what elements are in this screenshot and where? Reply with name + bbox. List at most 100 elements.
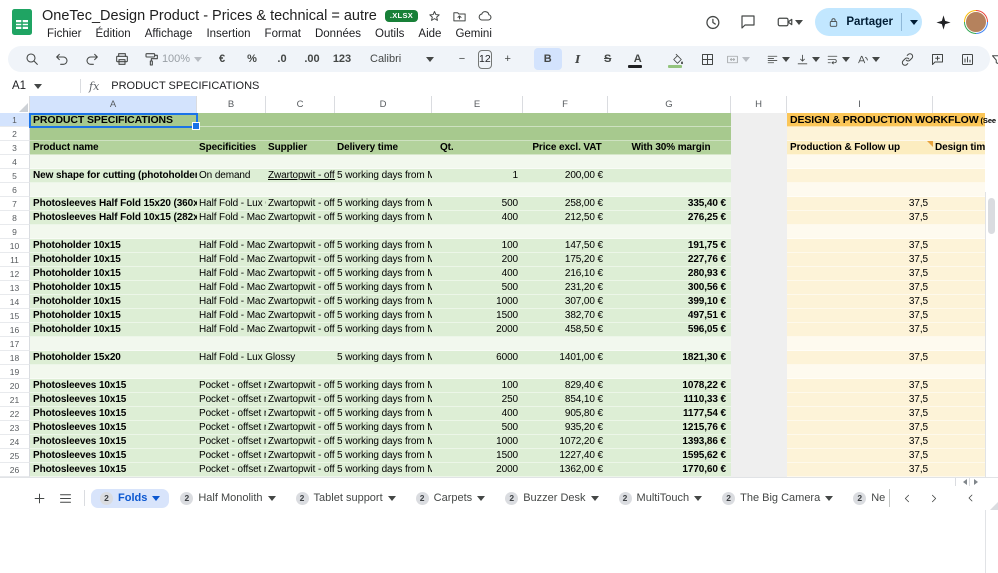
cell-D16[interactable]: 5 working days from Monday — [335, 323, 432, 337]
cell-H18[interactable] — [731, 351, 787, 365]
row-header-11[interactable]: 11 — [0, 253, 30, 267]
text-rotation-select[interactable] — [854, 48, 882, 70]
column-header-C[interactable]: C — [266, 96, 335, 113]
cell-H2[interactable] — [731, 127, 787, 141]
menu-insertion[interactable]: Insertion — [199, 27, 257, 41]
cell-I18[interactable]: 37,5 — [787, 351, 933, 365]
increase-font-size-button[interactable]: + — [494, 48, 522, 70]
cell-G14[interactable]: 399,10 € — [608, 295, 731, 309]
cell-H20[interactable] — [731, 379, 787, 393]
column-header-partial[interactable] — [933, 96, 985, 113]
font-select[interactable]: Calibri — [368, 48, 436, 70]
gemini-sparkle-icon[interactable] — [928, 7, 958, 37]
column-header-D[interactable]: D — [335, 96, 432, 113]
more-formats-button[interactable]: 123 — [328, 48, 356, 70]
tab-menu-icon[interactable] — [590, 495, 599, 505]
cell-G15[interactable]: 497,51 € — [608, 309, 731, 323]
cell-B12[interactable]: Half Fold - Maco — [197, 267, 266, 281]
cell-H14[interactable] — [731, 295, 787, 309]
menu-gemini[interactable]: Gemini — [448, 27, 498, 41]
row-header-3[interactable]: 3 — [0, 141, 30, 155]
cell-D13[interactable]: 5 working days from Monday — [335, 281, 432, 295]
cell-B8[interactable]: Half Fold - Maco — [197, 211, 266, 225]
cell-B5[interactable]: On demand — [197, 169, 266, 183]
cell-A10[interactable]: Photoholder 10x15 — [30, 239, 197, 253]
insert-link-icon[interactable] — [894, 48, 922, 70]
increase-decimals-button[interactable]: .00 — [298, 48, 326, 70]
select-all-corner[interactable] — [0, 96, 30, 113]
menu-format[interactable]: Format — [258, 27, 308, 41]
menu-outils[interactable]: Outils — [368, 27, 411, 41]
cell-B20[interactable]: Pocket - offset re — [197, 379, 266, 393]
cell-F3[interactable]: Price excl. VAT — [523, 141, 608, 155]
row-header-16[interactable]: 16 — [0, 323, 30, 337]
row-header-25[interactable]: 25 — [0, 449, 30, 463]
tab-menu-icon[interactable] — [387, 495, 396, 505]
cell-I15[interactable]: 37,5 — [787, 309, 933, 323]
collapse-panel-icon[interactable] — [958, 487, 984, 509]
cell-I20[interactable]: 37,5 — [787, 379, 933, 393]
cell-H10[interactable] — [731, 239, 787, 253]
cells-A-G-2[interactable] — [30, 127, 731, 141]
cell-J7[interactable] — [933, 197, 985, 211]
row-header-7[interactable]: 7 — [0, 197, 30, 211]
insert-chart-icon[interactable] — [954, 48, 982, 70]
filter-icon[interactable] — [984, 48, 998, 70]
avatar[interactable] — [964, 10, 988, 34]
cell-C24[interactable]: Zwartopwit - offset — [266, 435, 335, 449]
cell-C14[interactable]: Zwartopwit - offset — [266, 295, 335, 309]
cell-C3[interactable]: Supplier — [266, 141, 335, 155]
row-header-10[interactable]: 10 — [0, 239, 30, 253]
tab-the-big-camera[interactable]: 2 The Big Camera — [713, 489, 842, 508]
cell-E3[interactable]: Qt. — [432, 141, 523, 155]
cell-J18[interactable] — [933, 351, 985, 365]
next-sheets-icon[interactable] — [920, 487, 946, 509]
cell-E11[interactable]: 200 — [432, 253, 523, 267]
column-header-A[interactable]: A — [30, 96, 197, 113]
cell-I1[interactable]: DESIGN & PRODUCTION WORKFLOW (See note) — [787, 113, 998, 127]
cell-B21[interactable]: Pocket - offset re — [197, 393, 266, 407]
cell-I23[interactable]: 37,5 — [787, 421, 933, 435]
cell-B25[interactable]: Pocket - offset re — [197, 449, 266, 463]
format-currency-button[interactable]: € — [208, 48, 236, 70]
column-header-I[interactable]: I — [787, 96, 933, 113]
cell-E18[interactable]: 6000 — [432, 351, 523, 365]
cell-G3[interactable]: With 30% margin — [608, 141, 731, 155]
cell-G18[interactable]: 1821,30 € — [608, 351, 731, 365]
cell-J11[interactable] — [933, 253, 985, 267]
redo-icon[interactable] — [78, 48, 106, 70]
cell-C23[interactable]: Zwartopwit - offset — [266, 421, 335, 435]
cell-C25[interactable]: Zwartopwit - offset — [266, 449, 335, 463]
cell-B3[interactable]: Specificities — [197, 141, 266, 155]
cell-J5[interactable] — [933, 169, 985, 183]
cell-E7[interactable]: 500 — [432, 197, 523, 211]
add-sheet-icon[interactable] — [26, 487, 52, 509]
cell-E16[interactable]: 2000 — [432, 323, 523, 337]
cell-E23[interactable]: 500 — [432, 421, 523, 435]
cell-I13[interactable]: 37,5 — [787, 281, 933, 295]
cell-F26[interactable]: 1362,00 € — [523, 463, 608, 477]
vertical-scrollbar-thumb[interactable] — [988, 198, 995, 234]
cell-F14[interactable]: 307,00 € — [523, 295, 608, 309]
cell-J24[interactable] — [933, 435, 985, 449]
cell-I14[interactable]: 37,5 — [787, 295, 933, 309]
cell-C20[interactable]: Zwartopwit - offset — [266, 379, 335, 393]
cells-A-G-4[interactable] — [30, 155, 731, 169]
search-icon[interactable] — [18, 48, 46, 70]
cell-J22[interactable] — [933, 407, 985, 421]
cell-F13[interactable]: 231,20 € — [523, 281, 608, 295]
cell-C13[interactable]: Zwartopwit - offset — [266, 281, 335, 295]
row-header-6[interactable]: 6 — [0, 183, 30, 197]
cell-B15[interactable]: Half Fold - Maco — [197, 309, 266, 323]
cell-F5[interactable]: 200,00 € — [523, 169, 608, 183]
cell-A18[interactable]: Photoholder 15x20 — [30, 351, 197, 365]
cell-J16[interactable] — [933, 323, 985, 337]
cell-H13[interactable] — [731, 281, 787, 295]
cell-F20[interactable]: 829,40 € — [523, 379, 608, 393]
row-header-13[interactable]: 13 — [0, 281, 30, 295]
cell-G11[interactable]: 227,76 € — [608, 253, 731, 267]
tab-half-monolith[interactable]: 2 Half Monolith — [171, 489, 284, 508]
cell-J8[interactable] — [933, 211, 985, 225]
print-icon[interactable] — [108, 48, 136, 70]
cell-H12[interactable] — [731, 267, 787, 281]
